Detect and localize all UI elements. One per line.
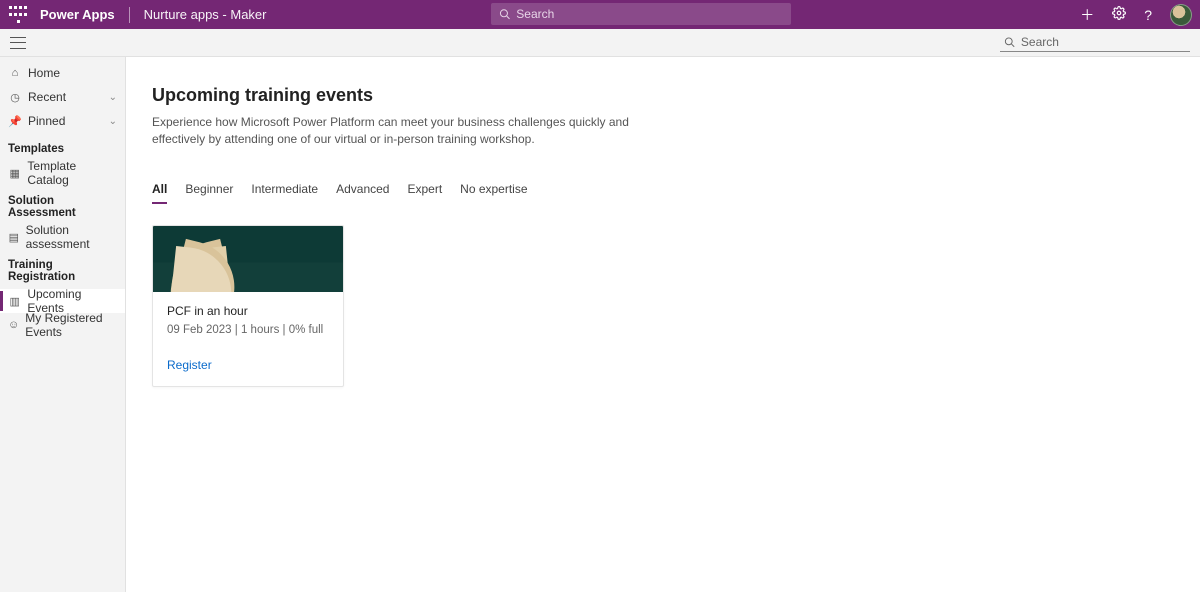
event-card-title: PCF in an hour	[167, 304, 329, 318]
nav-label: Solution assessment	[26, 223, 117, 251]
calendar-icon: ▥	[8, 295, 21, 308]
nav-my-registered-events[interactable]: ☺ My Registered Events	[0, 313, 125, 337]
left-nav: ⌂ Home ◷ Recent ⌄ 📌 Pinned ⌄ Templates ▦…	[0, 57, 126, 592]
settings-icon[interactable]	[1112, 6, 1126, 23]
page-search[interactable]	[1000, 33, 1190, 52]
skill-level-tabs: All Beginner Intermediate Advanced Exper…	[152, 182, 1174, 205]
global-search-input[interactable]	[516, 7, 783, 21]
environment-name[interactable]: Nurture apps - Maker	[144, 7, 267, 22]
book-illustration	[171, 258, 291, 292]
chevron-down-icon[interactable]: ⌄	[109, 116, 117, 127]
clock-icon: ◷	[8, 91, 22, 104]
user-avatar[interactable]	[1170, 4, 1192, 26]
app-title: Power Apps	[40, 7, 115, 22]
main-content: Upcoming training events Experience how …	[126, 57, 1200, 592]
tab-all[interactable]: All	[152, 182, 167, 204]
assessment-icon: ▤	[8, 231, 20, 244]
nav-label: Pinned	[28, 114, 65, 128]
nav-template-catalog[interactable]: ▦ Template Catalog	[0, 161, 125, 185]
nav-home[interactable]: ⌂ Home	[0, 61, 125, 85]
nav-label: Home	[28, 66, 60, 80]
catalog-icon: ▦	[8, 167, 21, 180]
event-card-meta: 09 Feb 2023 | 1 hours | 0% full	[167, 324, 329, 336]
search-icon	[1004, 36, 1015, 48]
tab-advanced[interactable]: Advanced	[336, 182, 389, 204]
page-title: Upcoming training events	[152, 85, 1174, 106]
nav-recent[interactable]: ◷ Recent ⌄	[0, 85, 125, 109]
event-card-image	[153, 226, 343, 292]
nav-section-solution: Solution Assessment	[0, 185, 125, 225]
tab-no-expertise[interactable]: No expertise	[460, 182, 527, 204]
tab-beginner[interactable]: Beginner	[185, 182, 233, 204]
register-link[interactable]: Register	[167, 358, 329, 372]
nav-upcoming-events[interactable]: ▥ Upcoming Events	[0, 289, 125, 313]
person-icon: ☺	[8, 319, 19, 331]
top-app-bar: Power Apps Nurture apps - Maker ＋ ?	[0, 0, 1200, 29]
app-launcher-icon[interactable]	[8, 5, 28, 25]
command-bar	[0, 29, 1200, 57]
pin-icon: 📌	[8, 115, 22, 128]
nav-section-training: Training Registration	[0, 249, 125, 289]
home-icon: ⌂	[8, 67, 22, 79]
help-icon[interactable]: ?	[1144, 7, 1152, 23]
add-icon[interactable]: ＋	[1080, 5, 1094, 25]
nav-pinned[interactable]: 📌 Pinned ⌄	[0, 109, 125, 133]
divider	[129, 7, 130, 23]
nav-label: Template Catalog	[27, 159, 117, 187]
tab-intermediate[interactable]: Intermediate	[251, 182, 318, 204]
search-icon	[499, 8, 510, 20]
global-search[interactable]	[491, 3, 791, 25]
nav-section-templates: Templates	[0, 133, 125, 161]
nav-label: My Registered Events	[25, 311, 117, 339]
event-card[interactable]: PCF in an hour 09 Feb 2023 | 1 hours | 0…	[152, 225, 344, 387]
chevron-down-icon[interactable]: ⌄	[109, 92, 117, 103]
nav-label: Recent	[28, 90, 66, 104]
page-search-input[interactable]	[1021, 35, 1186, 49]
nav-solution-assessment[interactable]: ▤ Solution assessment	[0, 225, 125, 249]
hamburger-icon[interactable]	[10, 37, 26, 49]
tab-expert[interactable]: Expert	[407, 182, 442, 204]
page-description: Experience how Microsoft Power Platform …	[152, 114, 672, 148]
